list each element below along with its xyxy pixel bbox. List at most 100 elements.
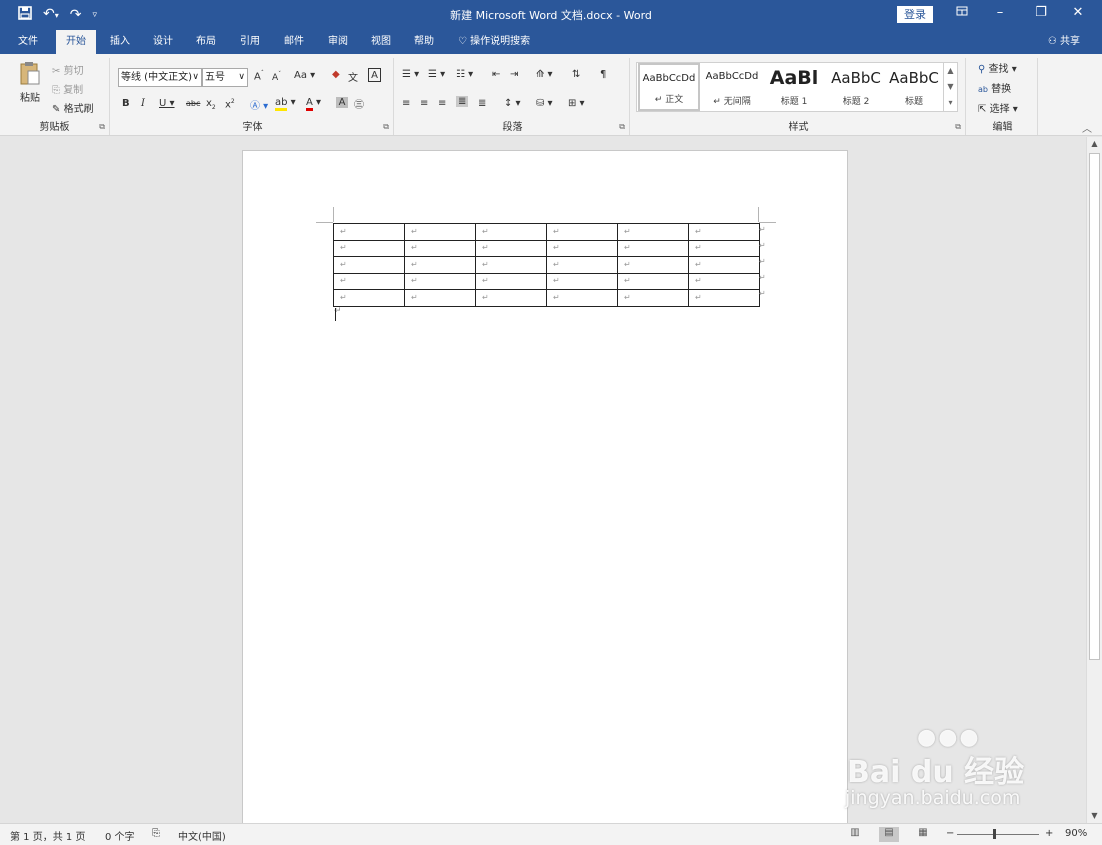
sort-icon[interactable]: ⇅ (572, 69, 580, 80)
numbering-icon[interactable]: ☰ ▾ (428, 69, 445, 80)
table-cell[interactable]: ↵ (617, 223, 689, 241)
table-cell[interactable]: ↵ (688, 256, 760, 274)
share-button[interactable]: ⚇ 共享 (1048, 30, 1080, 54)
highlight-color-icon[interactable]: ab ▾ (275, 97, 296, 111)
table-cell[interactable]: ↵ (475, 256, 547, 274)
bold-icon[interactable]: B (122, 98, 130, 109)
tab-layout[interactable]: 布局 (190, 30, 222, 54)
table-cell[interactable]: ↵ (617, 256, 689, 274)
table-cell[interactable]: ↵ (688, 272, 760, 290)
zoom-out-button[interactable]: − (946, 828, 954, 839)
replace-button[interactable]: ab 替换 (978, 80, 1011, 95)
ribbon-display-options-icon[interactable] (952, 5, 972, 21)
table-cell[interactable]: ↵ (404, 289, 476, 307)
style-heading-1[interactable]: AaBl 标题 1 (763, 63, 825, 111)
table-cell[interactable]: ↵ (688, 223, 760, 241)
table-cell[interactable]: ↵ (688, 239, 760, 257)
strikethrough-icon[interactable]: abc (186, 99, 200, 108)
distributed-icon[interactable]: ≣ (478, 98, 486, 109)
shrink-font-icon[interactable]: Aˇ (272, 71, 281, 83)
text-effects-icon[interactable]: Ⓐ ▾ (250, 97, 268, 112)
table-cell[interactable]: ↵ (546, 272, 618, 290)
table-cell[interactable]: ↵ (617, 239, 689, 257)
clipboard-launcher-icon[interactable]: ⧉ (99, 122, 105, 132)
table-cell[interactable]: ↵ (404, 256, 476, 274)
more-styles-icon[interactable]: ▾ (944, 95, 957, 111)
format-painter-button[interactable]: ✎ 格式刷 (52, 100, 94, 115)
tab-help[interactable]: 帮助 (408, 30, 440, 54)
align-center-icon[interactable]: ≡ (420, 98, 428, 109)
character-shading-icon[interactable]: A (336, 97, 348, 108)
print-layout-icon[interactable]: ▤ (879, 827, 899, 842)
tab-references[interactable]: 引用 (234, 30, 266, 54)
paste-button[interactable]: 粘贴 (14, 60, 46, 104)
vertical-scrollbar[interactable]: ▲ ▼ (1086, 137, 1102, 823)
tab-design[interactable]: 设计 (147, 30, 179, 54)
document-table[interactable]: ↵ ↵ ↵ ↵ ↵ ↵ ↵ ↵ ↵ ↵ ↵ ↵ ↵ ↵ ↵ ↵ ↵ ↵ ↵ ↵ ↵ ↵ ↵ ↵ ↵ ↵ ↵ ↵ ↵ ↵ (333, 223, 760, 307)
table-cell[interactable]: ↵ (688, 289, 760, 307)
font-name-select[interactable]: 等线 (中文正文) ∨ (118, 68, 202, 87)
font-color-icon[interactable]: A ▾ (306, 97, 321, 111)
copy-button[interactable]: ⎘ 复制 (52, 81, 83, 96)
table-cell[interactable]: ↵ (546, 239, 618, 257)
style-title[interactable]: AaBbC 标题 (883, 63, 945, 111)
table-cell[interactable]: ↵ (617, 289, 689, 307)
tab-file[interactable]: 文件 (12, 30, 44, 54)
tell-me-search[interactable]: ♡ 操作说明搜索 (452, 30, 536, 54)
justify-icon[interactable]: ≣ (456, 96, 469, 107)
minimize-icon[interactable]: – (990, 5, 1010, 20)
page[interactable]: ↵ ↵ ↵ ↵ ↵ ↵ ↵ ↵ ↵ ↵ ↵ ↵ ↵ ↵ ↵ ↵ ↵ ↵ ↵ ↵ ↵ ↵ ↵ ↵ ↵ ↵ ↵ ↵ ↵ ↵ ↵ ↵ ↵ ↵ ↵… (242, 150, 848, 845)
scroll-up-icon[interactable]: ▲ (944, 63, 957, 79)
restore-icon[interactable]: ❐ (1031, 5, 1051, 20)
table-cell[interactable]: ↵ (333, 272, 405, 290)
scroll-down-arrow-icon[interactable]: ▼ (1087, 809, 1102, 823)
scrollbar-thumb[interactable] (1089, 153, 1100, 660)
paragraph-launcher-icon[interactable]: ⧉ (619, 122, 625, 132)
table-cell[interactable]: ↵ (475, 223, 547, 241)
multilevel-list-icon[interactable]: ☷ ▾ (456, 69, 473, 80)
show-marks-icon[interactable]: ¶ (600, 69, 606, 80)
enclose-characters-icon[interactable]: ㊂ (354, 96, 364, 111)
clear-formatting-icon[interactable]: ◆ (332, 69, 340, 80)
language-indicator[interactable]: 中文(中国) (178, 828, 226, 843)
zoom-slider[interactable] (957, 834, 1039, 835)
table-cell[interactable]: ↵ (475, 272, 547, 290)
proofing-icon[interactable]: ⎘ (152, 828, 160, 839)
table-cell[interactable]: ↵ (333, 239, 405, 257)
table-cell[interactable]: ↵ (404, 223, 476, 241)
table-cell[interactable]: ↵ (546, 223, 618, 241)
grow-font-icon[interactable]: Aˆ (254, 70, 264, 82)
table-cell[interactable]: ↵ (475, 289, 547, 307)
line-spacing-icon[interactable]: ↕ ▾ (504, 98, 521, 109)
table-cell[interactable]: ↵ (546, 256, 618, 274)
character-border-icon[interactable]: A (368, 68, 381, 82)
word-count[interactable]: 0 个字 (105, 828, 135, 843)
table-cell[interactable]: ↵ (404, 272, 476, 290)
zoom-level[interactable]: 90% (1065, 828, 1087, 839)
table-cell[interactable]: ↵ (333, 256, 405, 274)
bullets-icon[interactable]: ☰ ▾ (402, 69, 419, 80)
superscript-icon[interactable]: x2 (225, 98, 235, 110)
zoom-in-button[interactable]: + (1045, 828, 1053, 839)
document-canvas[interactable]: ↵ ↵ ↵ ↵ ↵ ↵ ↵ ↵ ↵ ↵ ↵ ↵ ↵ ↵ ↵ ↵ ↵ ↵ ↵ ↵ ↵ ↵ ↵ ↵ ↵ ↵ ↵ ↵ ↵ ↵ ↵ ↵ ↵ ↵ ↵… (0, 137, 1086, 845)
scroll-up-arrow-icon[interactable]: ▲ (1087, 137, 1102, 151)
shading-icon[interactable]: ⛁ ▾ (536, 98, 553, 109)
chinese-layout-icon[interactable]: ⟰ ▾ (536, 69, 553, 80)
style-normal[interactable]: AaBbCcDd ↵ 正文 (638, 63, 700, 111)
page-count[interactable]: 第 1 页，共 1 页 (10, 828, 85, 843)
tab-review[interactable]: 审阅 (322, 30, 354, 54)
styles-launcher-icon[interactable]: ⧉ (955, 122, 961, 132)
font-launcher-icon[interactable]: ⧉ (383, 122, 389, 132)
style-heading-2[interactable]: AaBbC 标题 2 (825, 63, 887, 111)
close-icon[interactable]: ✕ (1068, 5, 1088, 20)
decrease-indent-icon[interactable]: ⇤ (492, 69, 500, 80)
collapse-ribbon-icon[interactable]: ︿ (1082, 120, 1092, 135)
align-left-icon[interactable]: ≡ (402, 98, 410, 109)
login-button[interactable]: 登录 (897, 6, 933, 23)
underline-icon[interactable]: U ▾ (159, 98, 175, 109)
select-button[interactable]: ⇱ 选择 ▾ (978, 100, 1018, 115)
tab-home[interactable]: 开始 (56, 30, 96, 54)
change-case-button[interactable]: Aa ▾ (294, 70, 315, 81)
cut-button[interactable]: ✂ 剪切 (52, 62, 84, 77)
subscript-icon[interactable]: x2 (206, 98, 216, 111)
